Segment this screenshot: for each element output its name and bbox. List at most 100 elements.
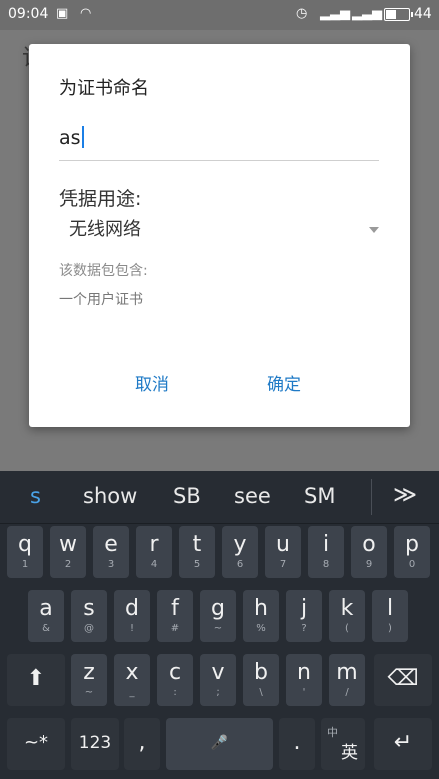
battery-icon	[384, 8, 413, 21]
key-u[interactable]: u7	[265, 526, 301, 578]
more-suggestions-button[interactable]: ≫	[393, 482, 417, 508]
key-secondary: \	[259, 687, 263, 698]
numbers-key-label: 123	[78, 733, 112, 753]
key-letter: y	[233, 532, 247, 557]
suggestion-item[interactable]: SM	[304, 484, 335, 508]
key-secondary: 9	[365, 559, 373, 570]
key-letter: v	[211, 660, 225, 685]
comma-key[interactable]: ,	[124, 718, 160, 770]
key-letter: z	[83, 660, 95, 685]
key-secondary: (	[345, 623, 349, 634]
key-secondary: ~	[84, 687, 94, 698]
dialog-title: 为证书命名	[59, 78, 149, 99]
key-secondary: ?	[301, 623, 307, 634]
signal-icon-2: ▂▃▅	[352, 6, 382, 21]
name-certificate-dialog: 为证书命名 as 凭据用途: 无线网络 该数据包包含: 一个用户证书 取消 确定	[29, 44, 410, 427]
cancel-button[interactable]: 取消	[135, 370, 169, 395]
key-p[interactable]: p0	[394, 526, 430, 578]
language-small-label: 中	[327, 726, 338, 739]
enter-key[interactable]: ↵	[374, 718, 432, 770]
text-caret	[81, 126, 84, 148]
certificate-name-input[interactable]: as	[59, 126, 379, 161]
key-f[interactable]: f #	[157, 590, 193, 642]
key-n[interactable]: n '	[286, 654, 322, 706]
key-letter: m	[336, 660, 358, 685]
backspace-icon: ⌫	[387, 666, 419, 691]
space-key[interactable]: 🎤	[166, 718, 273, 770]
key-o[interactable]: o9	[351, 526, 387, 578]
key-secondary: 4	[150, 559, 158, 570]
key-secondary: 6	[236, 559, 244, 570]
microphone-icon: 🎤	[210, 735, 229, 751]
key-letter: b	[254, 660, 268, 685]
package-contents-value: 一个用户证书	[59, 292, 143, 308]
key-letter: o	[362, 532, 376, 557]
key-secondary: '	[302, 687, 306, 698]
key-z[interactable]: z ~	[71, 654, 107, 706]
shift-key[interactable]: ⬆	[7, 654, 65, 706]
key-secondary: 1	[21, 559, 29, 570]
key-q[interactable]: q1	[7, 526, 43, 578]
suggestion-item[interactable]: SB	[173, 484, 201, 508]
key-letter: q	[18, 532, 32, 557]
credential-usage-select[interactable]: 无线网络	[69, 212, 381, 248]
status-time: 09:04	[8, 6, 49, 22]
suggestion-divider	[371, 479, 372, 515]
key-s[interactable]: s @	[71, 590, 107, 642]
key-letter: x	[125, 660, 139, 685]
key-secondary: ;	[216, 687, 220, 698]
key-letter: f	[171, 596, 179, 621]
status-bar: 09:04 ▣ ◠ ◷ ▂▃▅ ▂▃▅ 44	[0, 0, 439, 30]
signal-icon-1: ▂▃▅	[320, 6, 350, 21]
key-letter: e	[104, 532, 118, 557]
key-secondary: _	[129, 687, 135, 698]
enter-icon: ↵	[393, 730, 413, 755]
symbols-key[interactable]: ~*	[7, 718, 65, 770]
key-a[interactable]: a &	[28, 590, 64, 642]
key-r[interactable]: r4	[136, 526, 172, 578]
key-w[interactable]: w2	[50, 526, 86, 578]
suggestion-item[interactable]: see	[234, 484, 271, 508]
alarm-icon: ◷	[296, 6, 308, 21]
key-t[interactable]: t5	[179, 526, 215, 578]
key-m[interactable]: m /	[329, 654, 365, 706]
key-secondary: ~	[213, 623, 223, 634]
dropdown-arrow-icon	[369, 227, 379, 233]
key-v[interactable]: v;	[200, 654, 236, 706]
backspace-key[interactable]: ⌫	[374, 654, 432, 706]
key-i[interactable]: i8	[308, 526, 344, 578]
symbols-key-label: ~*	[23, 732, 49, 753]
key-letter: t	[192, 532, 202, 557]
key-j[interactable]: j?	[286, 590, 322, 642]
key-l[interactable]: l)	[372, 590, 408, 642]
key-y[interactable]: y6	[222, 526, 258, 578]
key-letter: a	[39, 596, 53, 621]
shift-icon: ⬆	[26, 666, 46, 691]
key-letter: p	[405, 532, 419, 557]
key-g[interactable]: g ~	[200, 590, 236, 642]
numbers-key[interactable]: 123	[71, 718, 119, 770]
suggestion-bar: s show SB see SM ≫	[0, 471, 439, 524]
period-key[interactable]: .	[279, 718, 315, 770]
key-letter: h	[254, 596, 268, 621]
key-secondary: &	[42, 623, 50, 634]
key-d[interactable]: d!	[114, 590, 150, 642]
suggestion-item[interactable]: show	[83, 484, 137, 508]
key-letter: s	[83, 596, 95, 621]
period-key-label: .	[293, 730, 301, 755]
key-b[interactable]: b \	[243, 654, 279, 706]
key-x[interactable]: x _	[114, 654, 150, 706]
key-letter: k	[340, 596, 354, 621]
key-letter: n	[297, 660, 311, 685]
key-c[interactable]: c:	[157, 654, 193, 706]
language-switch-key[interactable]: 中 英	[321, 718, 365, 770]
key-secondary: @	[84, 623, 94, 634]
key-e[interactable]: e3	[93, 526, 129, 578]
suggestion-item[interactable]: s	[30, 484, 41, 508]
wifi-icon: ◠	[80, 6, 92, 21]
key-secondary: 5	[193, 559, 201, 570]
key-k[interactable]: k(	[329, 590, 365, 642]
key-h[interactable]: h%	[243, 590, 279, 642]
ok-button[interactable]: 确定	[267, 370, 301, 395]
key-secondary: :	[173, 687, 177, 698]
